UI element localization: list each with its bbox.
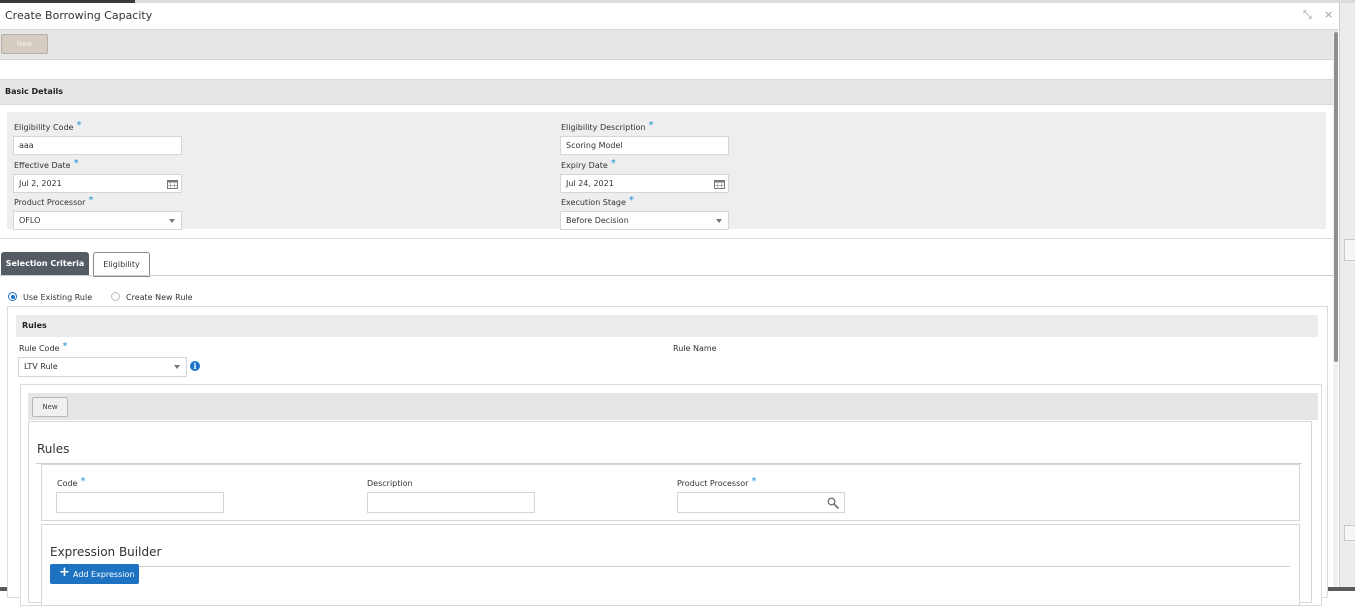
- execution-stage-label: Execution Stage *: [561, 195, 634, 207]
- rule-name-label: Rule Name: [673, 344, 717, 353]
- rule-fields-box: [41, 464, 1300, 521]
- eligibility-code-field[interactable]: aaa: [13, 136, 182, 155]
- add-expression-button[interactable]: + Add Expression: [50, 564, 139, 584]
- restore-icon[interactable]: ⤡: [1303, 8, 1312, 22]
- basic-details-title: Basic Details: [5, 87, 64, 96]
- add-expression-label: Add Expression: [73, 570, 135, 579]
- expression-builder-title: Expression Builder: [50, 545, 162, 559]
- rules-title: Rules: [22, 321, 47, 330]
- background-pane: [1339, 3, 1355, 587]
- rule-new-button[interactable]: New: [32, 397, 68, 417]
- tab-underline: [0, 275, 1338, 276]
- code-label: Code *: [57, 476, 86, 488]
- eligibility-code-label: Eligibility Code *: [14, 120, 82, 132]
- rule-editor-toolbar: [28, 393, 1318, 420]
- eligibility-description-field[interactable]: Scoring Model: [560, 136, 729, 155]
- rule-product-processor-input[interactable]: [677, 492, 845, 513]
- close-icon[interactable]: ×: [1324, 8, 1333, 21]
- dialog-toolbar: [0, 29, 1338, 60]
- plus-icon: +: [59, 565, 70, 580]
- eligibility-description-label: Eligibility Description *: [561, 120, 654, 132]
- expiry-date-field[interactable]: Jul 24, 2021: [560, 174, 729, 193]
- description-input[interactable]: [367, 492, 535, 513]
- product-processor-label: Product Processor *: [14, 195, 94, 207]
- rule-product-processor-label: Product Processor *: [677, 476, 757, 488]
- product-processor-select[interactable]: OFLO: [13, 211, 182, 230]
- expiry-date-label: Expiry Date *: [561, 158, 616, 170]
- code-input[interactable]: [56, 492, 224, 513]
- section-divider: [0, 238, 1338, 239]
- expiry-date-value: Jul 24, 2021: [566, 179, 614, 188]
- basic-details-header: Basic Details: [0, 79, 1338, 105]
- dialog-title: Create Borrowing Capacity: [5, 9, 153, 22]
- calendar-icon[interactable]: [714, 179, 725, 189]
- tab-selection-criteria[interactable]: Selection Criteria: [1, 252, 89, 276]
- expression-builder-divider: [50, 566, 1290, 567]
- effective-date-field[interactable]: Jul 2, 2021: [13, 174, 182, 193]
- description-label: Description: [367, 479, 413, 488]
- new-button[interactable]: New: [1, 34, 48, 54]
- use-existing-rule-radio[interactable]: [8, 292, 17, 301]
- effective-date-label: Effective Date *: [14, 158, 79, 170]
- create-new-rule-label[interactable]: Create New Rule: [126, 293, 193, 302]
- expression-builder-box: [41, 524, 1300, 606]
- scrollbar-thumb[interactable]: [1334, 32, 1338, 362]
- search-icon[interactable]: [827, 497, 839, 509]
- rule-code-label: Rule Code *: [19, 341, 68, 353]
- effective-date-value: Jul 2, 2021: [19, 179, 62, 188]
- rule-code-select[interactable]: LTV Rule: [18, 357, 187, 377]
- calendar-icon[interactable]: [167, 179, 178, 189]
- tab-eligibility[interactable]: Eligibility: [93, 252, 150, 277]
- use-existing-rule-label[interactable]: Use Existing Rule: [23, 293, 92, 302]
- rules-header: Rules: [16, 315, 1318, 337]
- info-icon[interactable]: i: [190, 361, 200, 371]
- rules-card-title: Rules: [37, 442, 70, 456]
- top-window-strip: [0, 0, 1355, 3]
- create-new-rule-radio[interactable]: [111, 292, 120, 301]
- execution-stage-select[interactable]: Before Decision: [560, 211, 729, 230]
